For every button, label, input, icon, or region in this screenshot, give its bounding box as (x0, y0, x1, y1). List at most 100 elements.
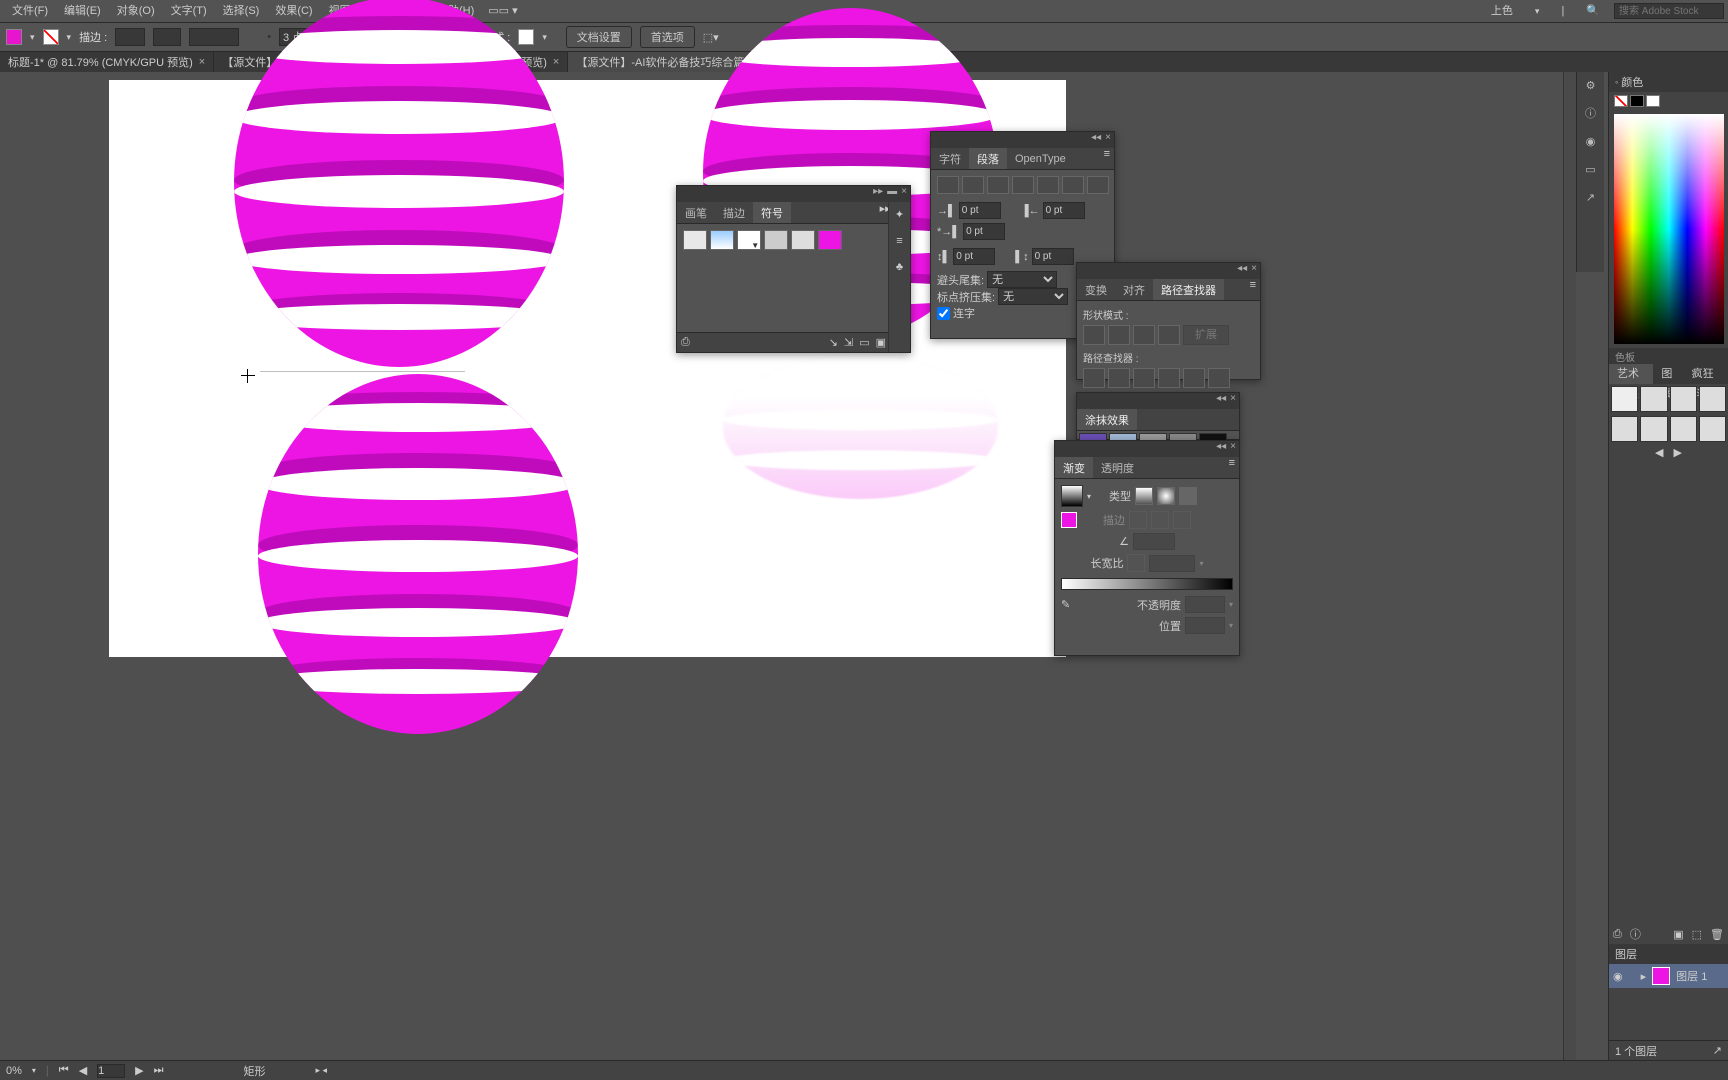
club-icon[interactable]: ♣ (896, 261, 903, 273)
symbol-item[interactable] (764, 230, 788, 250)
collapse-icon[interactable]: ◂◂ (1091, 132, 1101, 148)
kinsoku-select[interactable]: 无 (987, 271, 1057, 288)
artwork-sphere[interactable] (258, 374, 578, 734)
stroke-grad-1-icon[interactable] (1129, 511, 1147, 529)
vertical-scrollbar[interactable] (1563, 72, 1576, 1060)
align-center-icon[interactable] (962, 176, 984, 194)
close-icon[interactable]: × (553, 56, 559, 68)
justify-right-icon[interactable] (1062, 176, 1084, 194)
symbol-item[interactable]: ▼ (737, 230, 761, 250)
close-icon[interactable]: × (1230, 393, 1236, 409)
justify-left-icon[interactable] (1012, 176, 1034, 194)
black-swatch[interactable] (1630, 95, 1644, 107)
new-icon[interactable]: ▣ (1673, 928, 1683, 941)
gradient-slider[interactable] (1061, 578, 1233, 590)
linear-icon[interactable] (1135, 487, 1153, 505)
close-icon[interactable]: × (1230, 441, 1236, 457)
options-icon[interactable]: ▭ (859, 336, 869, 349)
next-icon[interactable]: ▶ (1674, 446, 1682, 459)
angle-input[interactable] (1133, 533, 1175, 550)
close-icon[interactable]: × (1105, 132, 1111, 148)
symbol-item[interactable] (818, 230, 842, 250)
intersect-icon[interactable] (1133, 325, 1155, 345)
tab-paragraph[interactable]: 段落 (969, 148, 1007, 169)
recolor-button[interactable]: 上色 (1483, 0, 1521, 22)
exclude-icon[interactable] (1158, 325, 1180, 345)
white-swatch[interactable] (1646, 95, 1660, 107)
hyphenate-checkbox[interactable] (937, 307, 950, 320)
minimize-icon[interactable]: ▬ (887, 186, 897, 202)
crop-icon[interactable] (1158, 368, 1180, 388)
collapse-icon[interactable]: ◂◂ (1216, 441, 1226, 457)
new-icon[interactable]: ▣ (876, 336, 886, 349)
indent-right-input[interactable] (1043, 202, 1085, 219)
swatches-header[interactable]: 色板 (1609, 348, 1728, 364)
art-swatch[interactable] (1699, 416, 1726, 442)
tab-brushes[interactable]: 画笔 (677, 202, 715, 223)
none-swatch[interactable] (1614, 95, 1628, 107)
close-icon[interactable]: × (1251, 263, 1257, 279)
space-before-input[interactable] (953, 248, 995, 265)
menu-select[interactable]: 选择(S) (215, 0, 268, 22)
collapse-icon[interactable]: ▸▸ (873, 186, 883, 202)
tab-color[interactable]: 颜色 (1621, 74, 1643, 90)
minus-front-icon[interactable] (1108, 325, 1130, 345)
menu-object[interactable]: 对象(O) (109, 0, 163, 22)
symbol-item[interactable] (683, 230, 707, 250)
tab-align[interactable]: 对齐 (1115, 279, 1153, 300)
lib-icon[interactable]: ⎙ (1613, 928, 1622, 941)
freeform-icon[interactable] (1179, 487, 1197, 505)
gradient-preview[interactable] (1061, 485, 1083, 507)
prev-icon[interactable]: ◀ (1655, 446, 1663, 459)
help-icon[interactable]: ⓘ (1582, 104, 1600, 122)
expand-button[interactable]: 扩展 (1183, 325, 1229, 345)
layer-name[interactable]: 图层 1 (1676, 968, 1707, 984)
tab-pattern[interactable]: 图案 (1653, 364, 1683, 384)
find-icon[interactable]: ⓘ (1630, 926, 1641, 942)
eyedropper-icon[interactable]: ✎ (1061, 598, 1070, 611)
menu-icon[interactable]: ≡ (1100, 148, 1114, 169)
doc-setup-button[interactable]: 文档设置 (566, 26, 632, 48)
tab-art[interactable]: 艺术效果 (1609, 364, 1653, 384)
tab-transparency[interactable]: 透明度 (1093, 457, 1142, 478)
minus-back-icon[interactable] (1208, 368, 1230, 388)
tab-gradient[interactable]: 渐变 (1055, 457, 1093, 478)
justify-all-icon[interactable] (1087, 176, 1109, 194)
layer-row[interactable]: ◉ ▸ 图层 1 (1609, 964, 1728, 988)
prev-icon[interactable]: ◀ (79, 1064, 87, 1077)
art-swatch[interactable] (1640, 386, 1667, 412)
indent-left-input[interactable] (959, 202, 1001, 219)
merge-icon[interactable] (1133, 368, 1155, 388)
properties-icon[interactable]: ⚙ (1582, 76, 1600, 94)
layers-icon[interactable]: ▭ (1582, 160, 1600, 178)
stroke-profile-dd[interactable] (189, 28, 239, 46)
list-icon[interactable]: ≡ (896, 235, 902, 247)
next-icon[interactable]: ▶ (135, 1064, 143, 1077)
tab-pathfinder[interactable]: 路径查找器 (1153, 279, 1224, 300)
color-spectrum[interactable] (1614, 114, 1724, 344)
export-icon[interactable]: ↗ (1582, 188, 1600, 206)
collapse-icon[interactable]: ◂◂ (1216, 393, 1226, 409)
space-after-input[interactable] (1032, 248, 1074, 265)
stock-search-input[interactable] (1614, 3, 1724, 19)
art-swatch[interactable] (1670, 416, 1697, 442)
stroke-grad-3-icon[interactable] (1173, 511, 1191, 529)
last-icon[interactable]: ⏭ (154, 1064, 164, 1077)
align-left-icon[interactable] (937, 176, 959, 194)
menu-icon[interactable]: ≡ (1246, 279, 1260, 300)
tab-opentype[interactable]: OpenType (1007, 148, 1074, 169)
stop-pos-input[interactable] (1185, 617, 1225, 634)
justify-center-icon[interactable] (1037, 176, 1059, 194)
tab-character[interactable]: 字符 (931, 148, 969, 169)
place-icon[interactable]: ↘ (829, 336, 838, 349)
collapse-icon[interactable]: ◂◂ (1237, 263, 1247, 279)
mojikumi-select[interactable]: 无 (998, 288, 1068, 305)
tab-smear[interactable]: 涂抹效果 (1077, 409, 1137, 430)
trim-icon[interactable] (1108, 368, 1130, 388)
tab-stroke[interactable]: 描边 (715, 202, 753, 223)
tab-symbols[interactable]: 符号 (753, 202, 791, 223)
align-right-icon[interactable] (987, 176, 1009, 194)
opt-icon[interactable]: ⬚ (1692, 928, 1702, 941)
library-icon[interactable]: ⎙ (681, 336, 690, 349)
menu-text[interactable]: 文字(T) (163, 0, 215, 22)
